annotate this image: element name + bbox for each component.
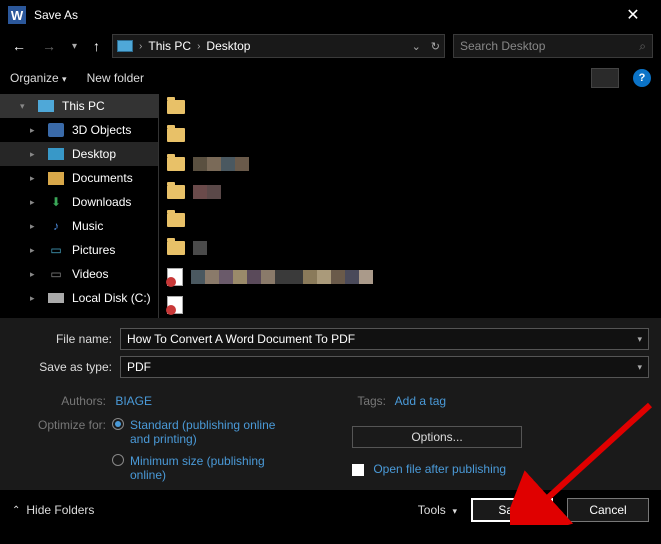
expand-icon[interactable]: ▸ [30,149,40,160]
nav-bar: ← → ▾ ↑ › This PC › Desktop ⌄ ↻ Search D… [0,30,661,62]
chevron-right-icon: › [139,41,142,52]
forward-button: → [38,36,60,56]
optimize-label: Optimize for: [12,418,112,482]
chevron-down-icon[interactable]: ⌄ [412,40,421,53]
close-icon[interactable]: ✕ [613,5,653,25]
3d-icon [48,123,64,137]
list-item[interactable] [167,126,653,144]
expand-icon[interactable]: ▸ [30,173,40,184]
refresh-icon[interactable]: ↻ [431,40,440,53]
breadcrumb[interactable]: › This PC › Desktop ⌄ ↻ [112,34,445,58]
save-button[interactable]: Save [471,498,553,522]
crumb-this-pc[interactable]: This PC [148,39,191,53]
open-after-checkbox[interactable] [352,464,364,476]
folder-icon [167,241,185,255]
list-item[interactable] [167,296,653,314]
pc-icon [117,40,133,52]
organize-button[interactable]: Organize ▾ [10,71,67,85]
back-button[interactable]: ← [8,36,30,56]
open-after-label[interactable]: Open file after publishing [373,462,506,476]
folder-icon [167,213,185,227]
list-item[interactable] [167,98,653,116]
saveastype-label: Save as type: [12,360,120,374]
disk-icon [48,293,64,303]
radio-standard[interactable] [112,418,124,430]
authors-label: Authors: [12,394,112,408]
tools-dropdown[interactable]: Tools ▾ [418,503,457,517]
sidebar-item-3d-objects[interactable]: ▸ 3D Objects [0,118,158,142]
saveastype-input[interactable]: PDF ▾ [120,356,649,378]
list-item[interactable] [167,268,653,286]
search-input[interactable]: Search Desktop ⌕ [453,34,653,58]
tags-value[interactable]: Add a tag [395,394,446,408]
new-folder-button[interactable]: New folder [87,71,144,85]
title-bar: W Save As ✕ [0,0,661,30]
sidebar-item-pictures[interactable]: ▸ ▭ Pictures [0,238,158,262]
expand-icon[interactable]: ▸ [30,293,40,304]
sidebar: ▾ This PC ▸ 3D Objects ▸ Desktop ▸ Docum… [0,94,158,318]
chevron-up-icon: ⌃ [12,505,20,516]
cancel-button[interactable]: Cancel [567,498,649,522]
options-button[interactable]: Options... [352,426,522,448]
hide-folders-button[interactable]: ⌃ Hide Folders [12,503,94,517]
expand-icon[interactable]: ▸ [30,245,40,256]
desktop-icon [48,148,64,160]
history-dropdown[interactable]: ▾ [68,39,81,54]
documents-icon [48,172,64,185]
redacted-text [193,157,249,171]
redacted-text [193,241,207,255]
pdf-icon [167,296,183,314]
chevron-right-icon: › [197,41,200,52]
authors-value[interactable]: BIAGE [115,394,152,408]
option-minimum[interactable]: Minimum size (publishing online) [130,454,280,482]
help-icon[interactable]: ? [633,69,651,87]
redacted-text [193,185,221,199]
list-item[interactable] [167,183,653,201]
chevron-down-icon[interactable]: ▾ [637,334,642,345]
folder-icon [167,128,185,142]
window-title: Save As [34,8,613,22]
word-app-icon: W [8,6,26,24]
toolbar: Organize ▾ New folder ? [0,62,661,94]
search-icon: ⌕ [639,39,646,54]
redacted-text [191,270,373,284]
list-item[interactable] [167,155,653,173]
expand-icon[interactable]: ▸ [30,197,40,208]
sidebar-item-this-pc[interactable]: ▾ This PC [0,94,158,118]
sidebar-item-documents[interactable]: ▸ Documents [0,166,158,190]
pictures-icon: ▭ [48,243,64,257]
crumb-desktop[interactable]: Desktop [206,39,250,53]
folder-icon [167,185,185,199]
sidebar-item-desktop[interactable]: ▸ Desktop [0,142,158,166]
videos-icon: ▭ [48,267,64,281]
view-button[interactable] [591,68,619,88]
option-standard[interactable]: Standard (publishing online and printing… [130,418,280,446]
sidebar-item-downloads[interactable]: ▸ ⬇ Downloads [0,190,158,214]
expand-icon[interactable]: ▸ [30,221,40,232]
expand-icon[interactable]: ▸ [30,269,40,280]
sidebar-item-local-disk[interactable]: ▸ Local Disk (C:) [0,286,158,310]
pc-icon [38,100,54,112]
expand-icon[interactable]: ▸ [30,125,40,136]
search-placeholder: Search Desktop [460,39,545,53]
chevron-down-icon[interactable]: ▾ [637,362,642,373]
music-icon: ♪ [48,219,64,233]
filename-input[interactable]: How To Convert A Word Document To PDF ▾ [120,328,649,350]
expand-icon[interactable]: ▾ [20,101,30,112]
file-list [158,94,661,318]
list-item[interactable] [167,239,653,257]
download-icon: ⬇ [48,195,64,209]
folder-icon [167,100,185,114]
filename-label: File name: [12,332,120,346]
radio-minimum[interactable] [112,454,124,466]
up-button[interactable]: ↑ [89,36,104,56]
form-panel: File name: How To Convert A Word Documen… [0,318,661,490]
tags-label: Tags: [352,394,392,408]
footer: ⌃ Hide Folders Tools ▾ Save Cancel [0,490,661,530]
folder-icon [167,157,185,171]
pdf-icon [167,268,183,286]
sidebar-item-music[interactable]: ▸ ♪ Music [0,214,158,238]
sidebar-item-videos[interactable]: ▸ ▭ Videos [0,262,158,286]
list-item[interactable] [167,211,653,229]
